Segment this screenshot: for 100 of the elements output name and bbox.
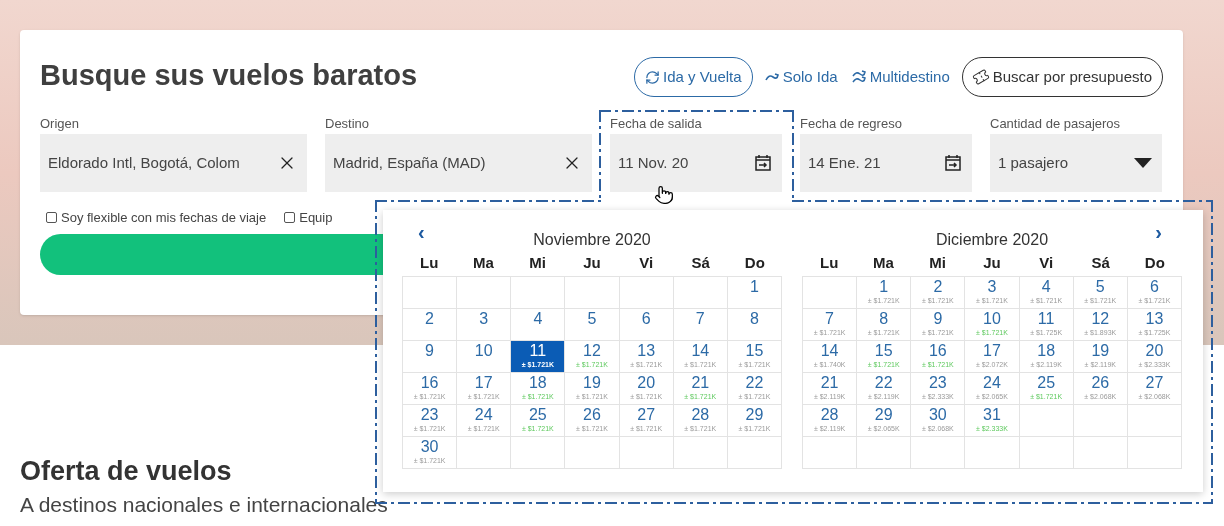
day-number: 1 bbox=[879, 278, 889, 296]
day-number: 31 bbox=[983, 406, 1001, 424]
day-number: 2 bbox=[933, 278, 943, 296]
day-number: 21 bbox=[820, 374, 839, 392]
day-number: 3 bbox=[987, 278, 997, 296]
day-number: 23 bbox=[420, 406, 439, 424]
input-field[interactable]: 14 Ene. 21 bbox=[800, 134, 972, 192]
field-label: Cantidad de pasajeros bbox=[990, 115, 1122, 133]
day-number: 10 bbox=[983, 310, 1001, 328]
day-number: 12 bbox=[583, 342, 601, 360]
input-field[interactable]: Eldorado Intl, Bogotá, Colom bbox=[40, 134, 307, 192]
section-title: Oferta de vuelos bbox=[20, 455, 232, 487]
day-number: 24 bbox=[983, 374, 1001, 392]
day-number: 6 bbox=[641, 310, 651, 328]
day-number: 14 bbox=[691, 342, 710, 360]
day-number: 4 bbox=[533, 310, 543, 328]
day-number: 17 bbox=[474, 374, 493, 392]
day-number: 8 bbox=[879, 310, 889, 328]
day-number: 30 bbox=[420, 438, 439, 456]
day-number: 25 bbox=[528, 406, 547, 424]
input-field[interactable]: 11 Nov. 20 bbox=[610, 134, 782, 192]
day-number: 19 bbox=[1091, 342, 1110, 360]
day-number: 9 bbox=[933, 310, 943, 328]
weekday-label: Ju bbox=[582, 252, 602, 273]
month-title: Noviembre 2020 bbox=[533, 230, 651, 250]
weekday-label: Sá bbox=[1090, 252, 1111, 273]
day-number: 30 bbox=[928, 406, 947, 424]
day-number: 16 bbox=[928, 342, 947, 360]
day-cell[interactable]: 8 bbox=[727, 309, 782, 341]
day-number: 15 bbox=[745, 342, 764, 360]
weekday-label: Do bbox=[1143, 252, 1166, 273]
refresh-icon bbox=[644, 69, 660, 85]
weekday-label: Lu bbox=[418, 252, 440, 273]
previous-month-button[interactable]: ‹ bbox=[418, 222, 425, 242]
day-cell[interactable]: 4 bbox=[511, 309, 566, 341]
day-number: 18 bbox=[1037, 342, 1056, 360]
day-number: 11 bbox=[1037, 310, 1055, 328]
weekday-label: Sá bbox=[690, 252, 711, 273]
day-number: 1 bbox=[749, 278, 759, 296]
weekday-label: Mi bbox=[928, 252, 948, 273]
day-number: 21 bbox=[691, 374, 710, 392]
day-cell[interactable]: 2 bbox=[403, 309, 458, 341]
weekday-label: Ju bbox=[982, 252, 1002, 273]
day-number: 26 bbox=[583, 406, 601, 424]
input-field[interactable]: 1 pasajero bbox=[990, 134, 1162, 192]
checkbox-label: Soy flexible con mis fechas de viaje bbox=[61, 209, 267, 227]
day-number: 20 bbox=[637, 374, 656, 392]
day-number: 19 bbox=[583, 374, 601, 392]
weekday-label: Ma bbox=[472, 252, 495, 273]
day-number: 22 bbox=[745, 374, 764, 392]
day-number: 16 bbox=[420, 374, 439, 392]
weekday-label: Lu bbox=[818, 252, 840, 273]
day-number: 18 bbox=[528, 374, 547, 392]
weekday-label: Do bbox=[743, 252, 766, 273]
weekday-label: Vi bbox=[638, 252, 655, 273]
day-number: 27 bbox=[1145, 374, 1164, 392]
day-cell[interactable]: 7 bbox=[673, 309, 728, 341]
day-number: 11 bbox=[529, 342, 547, 360]
day-cell[interactable]: 9 bbox=[403, 341, 458, 373]
calendar-icon bbox=[754, 154, 772, 172]
day-number: 7 bbox=[825, 310, 834, 328]
next-month-button[interactable]: › bbox=[1155, 222, 1162, 242]
day-cell[interactable]: 6 bbox=[619, 309, 674, 341]
day-number: 5 bbox=[1095, 278, 1105, 296]
day-number: 13 bbox=[637, 342, 656, 360]
day-number: 2 bbox=[425, 310, 434, 328]
month-title: Diciembre 2020 bbox=[935, 230, 1049, 250]
input-field[interactable]: Madrid, España (MAD) bbox=[325, 134, 592, 192]
field-label: Origen bbox=[40, 115, 81, 133]
checkbox-label: Equip bbox=[299, 209, 333, 227]
checkbox[interactable] bbox=[46, 212, 57, 224]
calendar-icon bbox=[944, 154, 962, 172]
day-cell[interactable]: 10 bbox=[457, 341, 512, 373]
field-label: Fecha de salida bbox=[610, 115, 703, 133]
day-number: 26 bbox=[1091, 374, 1110, 392]
weekday-label: Ma bbox=[872, 252, 895, 273]
day-number: 25 bbox=[1037, 374, 1056, 392]
day-number: 29 bbox=[874, 406, 893, 424]
day-cell[interactable]: 1 bbox=[727, 277, 782, 309]
day-cell[interactable]: 3 bbox=[457, 309, 512, 341]
day-number: 23 bbox=[928, 374, 947, 392]
weekday-label: Mi bbox=[528, 252, 548, 273]
checkbox[interactable] bbox=[284, 212, 296, 224]
curved-arrow-icon bbox=[764, 72, 780, 82]
day-number: 12 bbox=[1091, 310, 1110, 328]
trip-type-tab[interactable]: Multidestino bbox=[849, 57, 952, 97]
trip-type-tab[interactable]: Solo Ida bbox=[762, 57, 840, 97]
day-number: 20 bbox=[1145, 342, 1164, 360]
hand-pointer-icon bbox=[654, 184, 674, 206]
day-number: 24 bbox=[474, 406, 493, 424]
day-number: 10 bbox=[474, 342, 493, 360]
day-number: 27 bbox=[637, 406, 656, 424]
day-number: 17 bbox=[983, 342, 1001, 360]
day-number: 7 bbox=[695, 310, 705, 328]
day-number: 13 bbox=[1145, 310, 1164, 328]
day-number: 15 bbox=[874, 342, 893, 360]
page-title: Busque sus vuelos baratos bbox=[40, 58, 418, 93]
day-number: 22 bbox=[874, 374, 893, 392]
day-cell[interactable]: 5 bbox=[565, 309, 620, 341]
day-number: 5 bbox=[587, 310, 597, 328]
